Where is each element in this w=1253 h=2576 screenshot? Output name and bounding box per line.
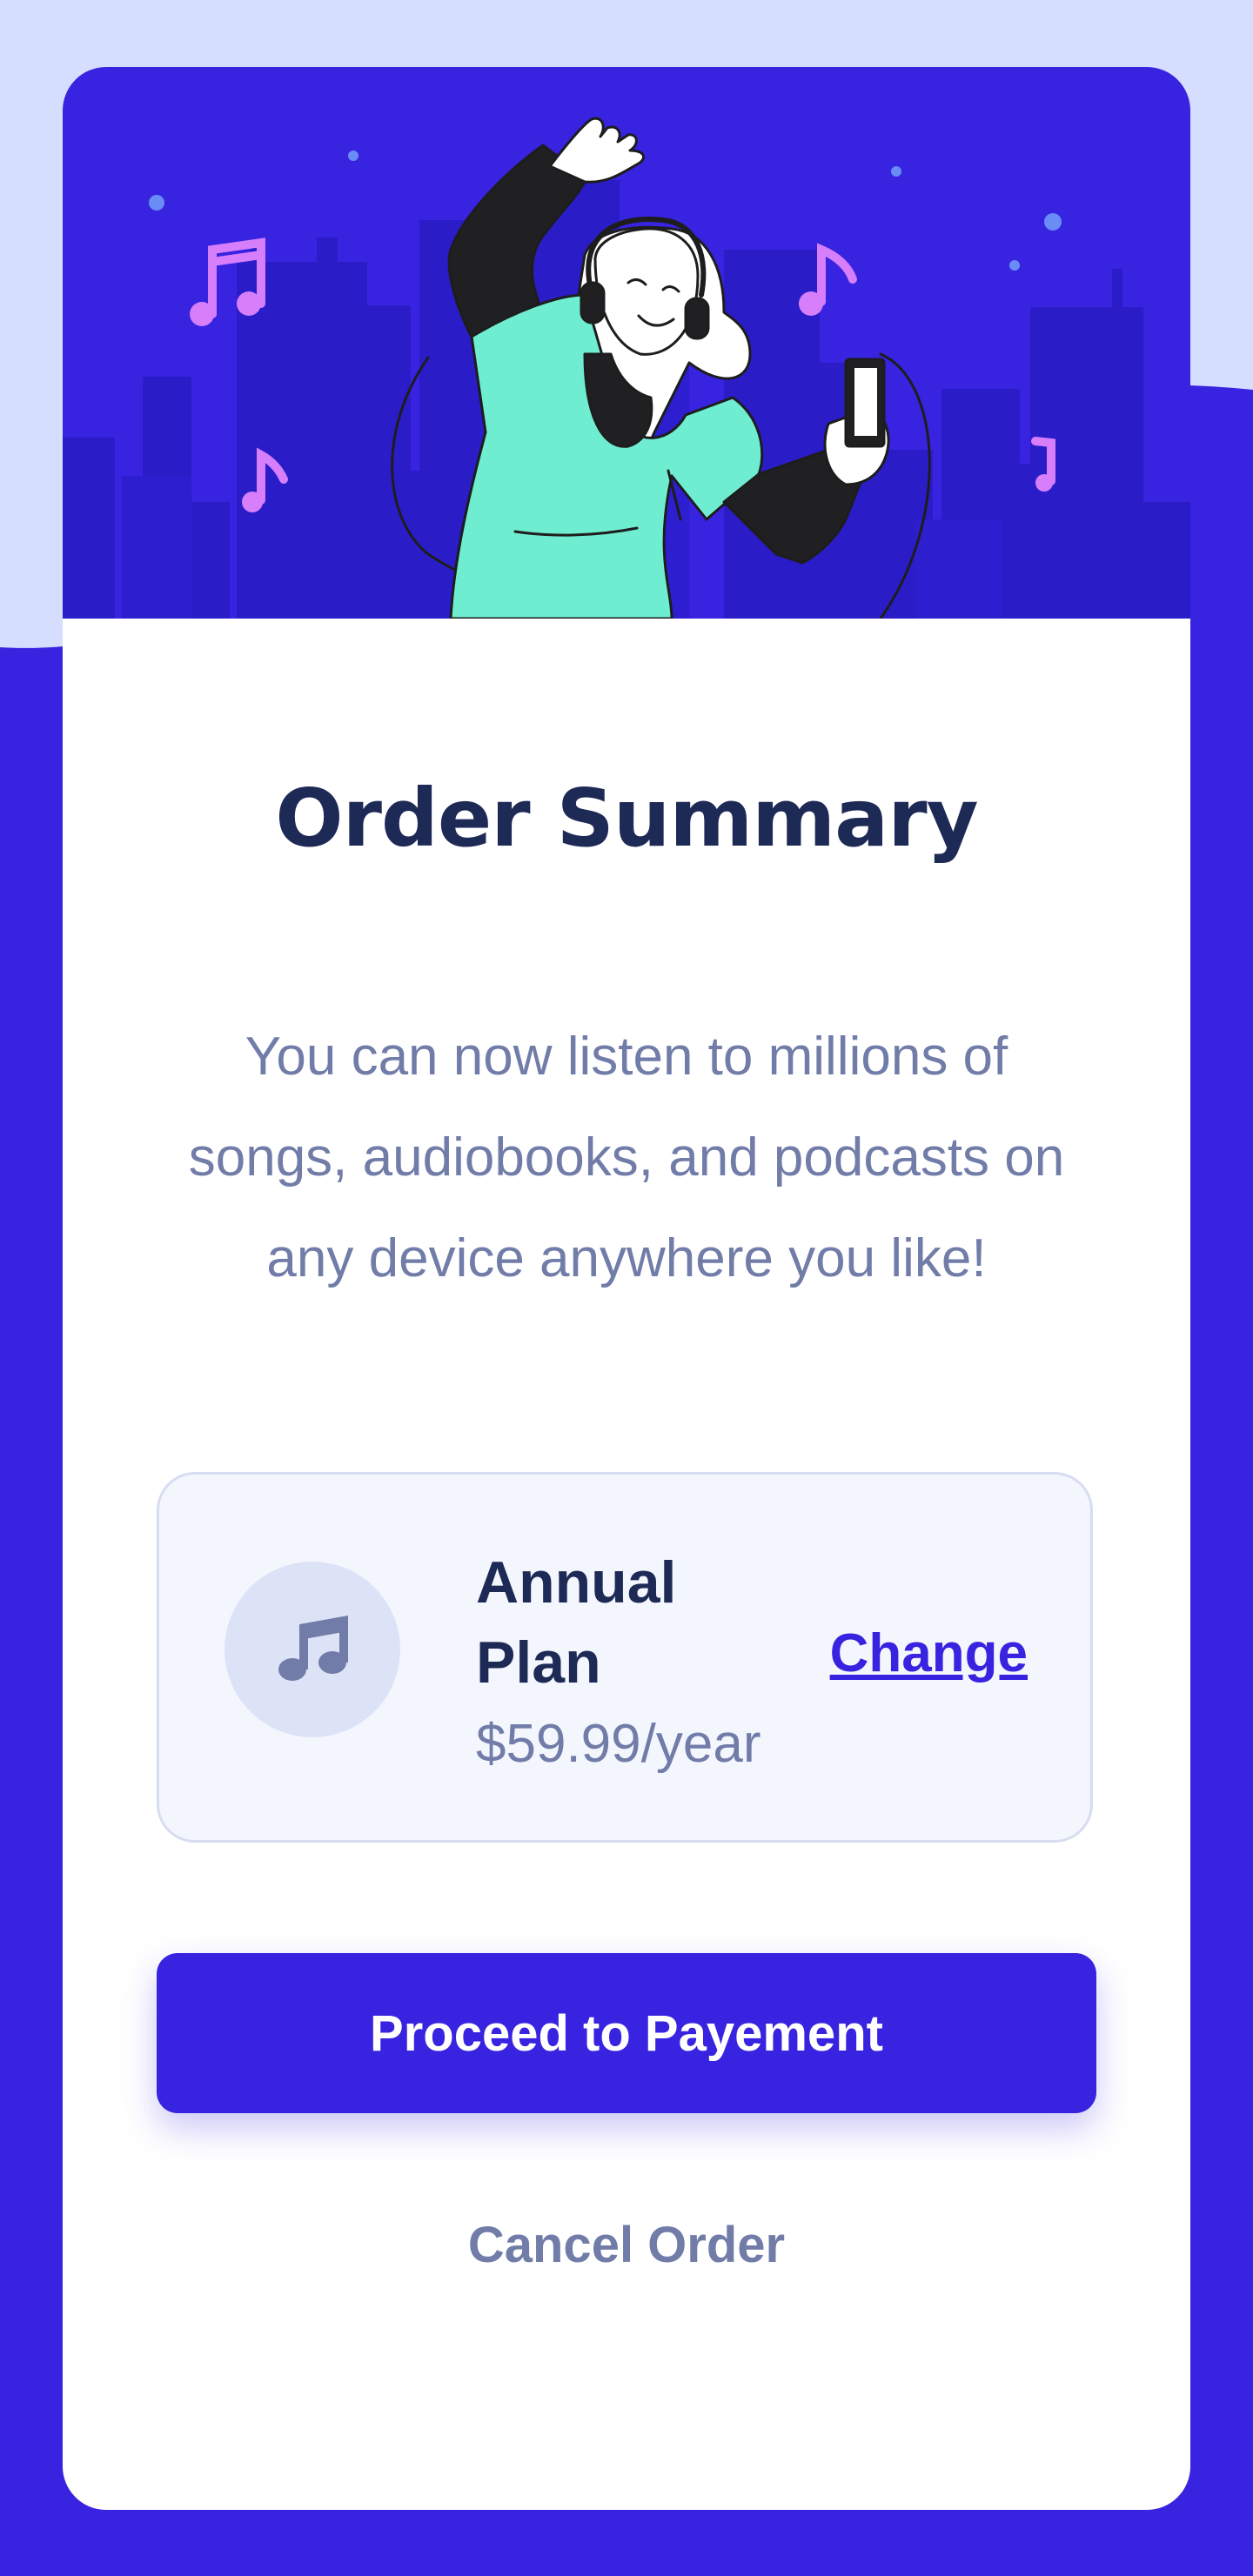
page-title: Order Summary: [275, 772, 978, 865]
cancel-order-button[interactable]: Cancel Order: [63, 2216, 1190, 2274]
order-summary-card: Order Summary You can now listen to mill…: [63, 67, 1190, 2510]
hero-illustration: [63, 67, 1190, 619]
plan-panel: Annual Plan $59.99/year Change: [157, 1472, 1093, 1843]
order-description: You can now listen to millions of songs,…: [188, 1027, 1065, 1288]
plan-name: Annual Plan: [476, 1549, 677, 1696]
change-plan-link[interactable]: Change: [830, 1623, 1028, 1684]
music-note-icon: [224, 1562, 400, 1737]
proceed-to-payment-button[interactable]: Proceed to Payement: [157, 1953, 1096, 2113]
plan-price: $59.99/year: [476, 1714, 761, 1774]
